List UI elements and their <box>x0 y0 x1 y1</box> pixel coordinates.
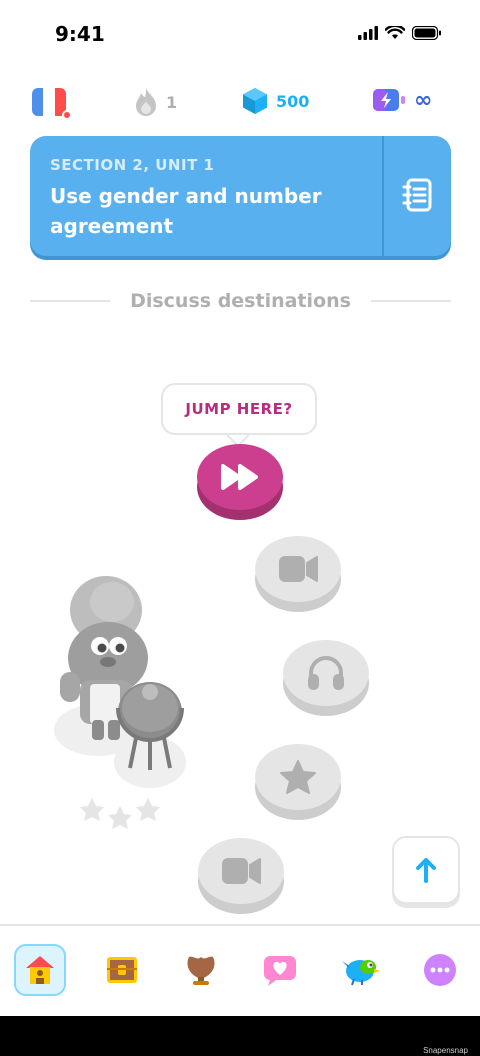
nav-practice[interactable] <box>334 944 386 996</box>
trophy-shield-icon <box>187 956 215 985</box>
unit-title: Use gender and number agreement <box>50 184 322 238</box>
divider-line-left <box>30 300 111 302</box>
nav-trophy[interactable] <box>175 944 227 996</box>
home-icon <box>26 956 54 984</box>
jump-node[interactable] <box>197 444 283 520</box>
language-flag-icon[interactable] <box>32 88 66 116</box>
node-face <box>197 444 283 510</box>
node-face <box>283 640 369 706</box>
lesson-node-listening[interactable] <box>283 640 369 716</box>
nav-more[interactable] <box>414 944 466 996</box>
headphones-icon <box>308 656 344 690</box>
divider-line-right <box>370 300 451 302</box>
status-icons <box>358 26 442 40</box>
wifi-icon <box>385 26 405 39</box>
energy-battery-icon <box>373 89 405 111</box>
energy-count: ∞ <box>414 87 433 113</box>
streak-counter[interactable]: 1 <box>134 87 177 117</box>
bottom-navigation <box>0 924 480 1016</box>
guidebook-icon[interactable] <box>402 178 434 212</box>
gem-icon <box>243 88 267 114</box>
unit-section-label: SECTION 2, UNIT 1 <box>50 156 215 174</box>
home-indicator-bar: Snapensnap <box>0 1016 480 1056</box>
lesson-node-star[interactable] <box>255 744 341 820</box>
flame-icon <box>136 88 156 116</box>
stats-bar: 1 500 ∞ <box>0 84 480 120</box>
status-bar: 9:41 <box>0 0 480 70</box>
treasure-chest-icon <box>107 957 137 983</box>
gems-count: 500 <box>276 91 310 111</box>
video-camera-icon <box>222 858 261 884</box>
node-face <box>198 838 284 904</box>
scroll-to-top-button[interactable] <box>392 836 460 904</box>
tooltip-label: JUMP HERE? <box>185 400 293 418</box>
node-face <box>255 744 341 810</box>
section-divider-label: Discuss destinations <box>130 290 351 312</box>
signal-icon <box>358 26 378 40</box>
nav-home[interactable] <box>14 944 66 996</box>
heart-chat-icon <box>264 956 296 986</box>
status-time: 9:41 <box>55 22 105 46</box>
banner-divider <box>382 136 384 256</box>
node-face <box>255 536 341 602</box>
fast-forward-icon <box>221 464 258 490</box>
bird-icon <box>342 960 380 986</box>
more-icon <box>424 954 456 986</box>
arrow-up-icon <box>416 858 436 883</box>
jump-here-tooltip[interactable]: JUMP HERE? <box>161 383 317 435</box>
star-icon <box>280 760 316 794</box>
gems-counter[interactable]: 500 <box>242 87 309 115</box>
video-camera-icon <box>279 556 318 582</box>
notification-dot <box>62 110 72 120</box>
streak-count: 1 <box>166 92 178 112</box>
watermark: Snapensnap <box>423 1046 468 1055</box>
lesson-node-video[interactable] <box>255 536 341 612</box>
unit-banner[interactable]: SECTION 2, UNIT 1 Use gender and number … <box>30 136 451 256</box>
battery-icon <box>412 26 441 40</box>
lesson-node-video-2[interactable] <box>198 838 284 914</box>
section-divider: Discuss destinations <box>30 286 451 316</box>
nav-leagues[interactable] <box>96 944 148 996</box>
energy-counter[interactable]: ∞ <box>372 87 432 113</box>
character-illustration <box>54 576 186 829</box>
nav-social[interactable] <box>254 944 306 996</box>
